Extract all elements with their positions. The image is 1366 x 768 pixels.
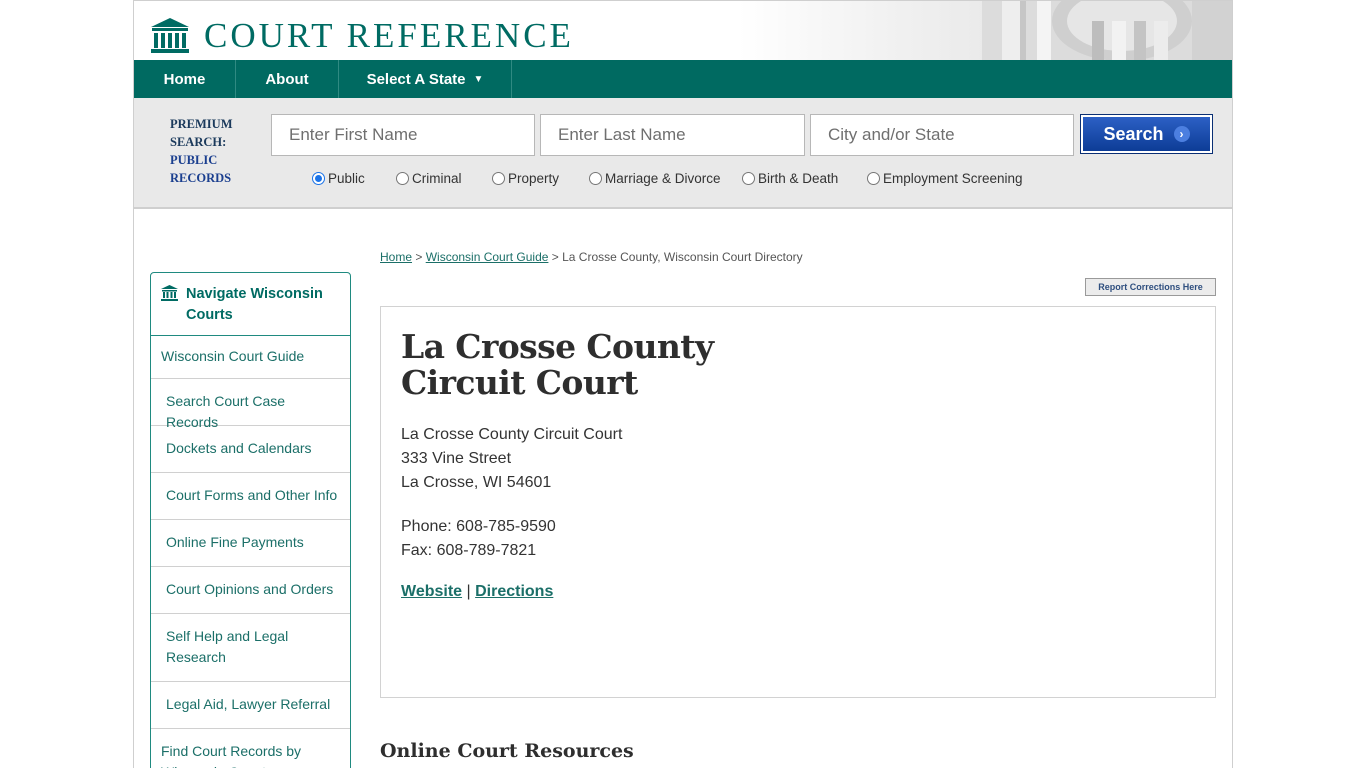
directions-link[interactable]: Directions [475,583,553,600]
radio-label: Employment Screening [883,171,1023,186]
sidebar-item-self-help[interactable]: Self Help and Legal Research [151,614,350,682]
radio-dot[interactable] [867,172,880,185]
sidebar-item-legal-aid[interactable]: Legal Aid, Lawyer Referral [151,682,350,729]
nav-about-label: About [265,70,309,88]
link-separator: | [462,583,476,600]
court-fax: Fax: 608-789-7821 [401,542,537,559]
premium-line-4: RECORDS [170,171,232,185]
courthouse-icon [161,285,178,301]
nav-select-state-label: Select A State [366,70,466,88]
nav-home-label: Home [163,70,206,88]
premium-line-3: PUBLIC [170,153,218,167]
court-links: Website | Directions [401,583,553,601]
page-frame: COURT REFERENCE Home About Select A Stat… [133,0,1233,768]
court-address: La Crosse County Circuit Court 333 Vine … [401,423,622,495]
radio-marriage-divorce[interactable]: Marriage & Divorce [589,171,742,186]
city-state-input[interactable] [810,114,1074,156]
radio-birth-death[interactable]: Birth & Death [742,171,867,186]
address-street: 333 Vine Street [401,450,512,467]
breadcrumb-separator: > [548,250,563,264]
caret-down-icon: ▼ [473,73,484,85]
radio-label: Marriage & Divorce [605,171,721,186]
radio-dot[interactable] [396,172,409,185]
sidebar-item-court-opinions[interactable]: Court Opinions and Orders [151,567,350,614]
main-nav: Home About Select A State ▼ [134,60,1232,98]
court-title: La Crosse County Circuit Court [401,327,714,402]
address-city: La Crosse, WI 54601 [401,474,552,491]
first-name-input[interactable] [271,114,535,156]
courthouse-icon[interactable] [150,17,190,54]
sidebar-item-online-fine-payments[interactable]: Online Fine Payments [151,520,350,567]
search-button-label: Search [1103,123,1164,144]
premium-search-label: PREMIUM SEARCH: PUBLIC RECORDS [170,115,233,187]
radio-label: Criminal [412,171,462,186]
sidebar-header: Navigate Wisconsin Courts [151,273,350,336]
radio-label: Birth & Death [758,171,839,186]
breadcrumb-current: La Crosse County, Wisconsin Court Direct… [562,250,803,264]
search-button[interactable]: Search › [1080,114,1213,154]
nav-home[interactable]: Home [134,60,236,98]
radio-public[interactable]: Public [312,171,396,186]
column-decoration [982,1,1232,60]
chevron-right-icon: › [1173,126,1190,142]
site-header: COURT REFERENCE [134,0,1232,60]
sidebar: Navigate Wisconsin Courts Wisconsin Cour… [150,272,351,768]
court-title-line-1: La Crosse County [401,327,714,366]
breadcrumb-separator: > [412,250,426,264]
premium-line-2: SEARCH: [170,135,227,149]
brand-name[interactable]: COURT REFERENCE [204,16,574,56]
sidebar-title: Navigate Wisconsin Courts [186,284,323,326]
breadcrumb-home[interactable]: Home [380,250,412,264]
breadcrumb: Home > Wisconsin Court Guide > La Crosse… [380,250,803,264]
radio-dot[interactable] [589,172,602,185]
nav-select-state[interactable]: Select A State ▼ [339,60,512,98]
court-contact: Phone: 608-785-9590 Fax: 608-789-7821 [401,515,556,563]
sidebar-item-dockets-and-calendars[interactable]: Dockets and Calendars [151,426,350,473]
court-info-card: La Crosse County Circuit Court La Crosse… [380,306,1216,698]
premium-line-1: PREMIUM [170,117,233,131]
address-name: La Crosse County Circuit Court [401,426,623,443]
radio-property[interactable]: Property [492,171,589,186]
last-name-input[interactable] [540,114,805,156]
sidebar-title-line-2: Courts [186,307,233,323]
sidebar-title-line-1: Navigate Wisconsin [186,286,323,302]
radio-dot[interactable] [312,172,325,185]
radio-dot[interactable] [492,172,505,185]
radio-dot[interactable] [742,172,755,185]
sidebar-item-court-forms[interactable]: Court Forms and Other Info [151,473,350,520]
online-court-resources-heading: Online Court Resources [380,740,634,762]
breadcrumb-wisconsin-court-guide[interactable]: Wisconsin Court Guide [426,250,549,264]
court-title-line-2: Circuit Court [401,363,638,402]
radio-label: Public [328,171,365,186]
report-corrections-button[interactable]: Report Corrections Here [1085,278,1216,296]
radio-criminal[interactable]: Criminal [396,171,492,186]
sidebar-item-wisconsin-court-guide[interactable]: Wisconsin Court Guide [151,336,350,379]
search-type-options: Public Criminal Property Marriage & Divo… [312,171,1037,186]
radio-employment-screening[interactable]: Employment Screening [867,171,1037,186]
sidebar-item-find-court-records-by-county[interactable]: Find Court Records by Wisconsin County [151,729,350,768]
radio-label: Property [508,171,560,186]
sidebar-item-search-court-case-records[interactable]: Search Court Case Records [151,379,350,430]
website-link[interactable]: Website [401,583,462,600]
court-phone: Phone: 608-785-9590 [401,518,556,535]
nav-about[interactable]: About [236,60,339,98]
premium-search-bar: PREMIUM SEARCH: PUBLIC RECORDS Search › … [134,98,1232,209]
